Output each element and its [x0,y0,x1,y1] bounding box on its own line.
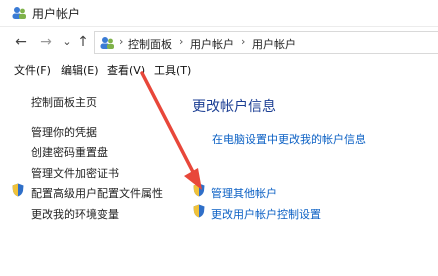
sidebar-item-manage-credentials[interactable]: 管理你的凭据 [31,124,97,140]
link-change-uac-settings[interactable]: 更改用户帐户控制设置 [211,206,321,222]
sidebar-item-environment-variables[interactable]: 更改我的环境变量 [31,206,119,222]
sidebar-item-control-panel-home[interactable]: 控制面板主页 [31,94,97,110]
menu-view[interactable]: 查看(V) [107,62,145,78]
breadcrumb-separator[interactable]: › [119,35,123,48]
back-button[interactable]: ← [12,33,30,51]
up-button[interactable]: ↑ [74,33,92,51]
address-bar[interactable]: › 控制面板 › 用户帐户 › 用户帐户 [94,31,438,54]
forward-button[interactable]: → [37,33,55,51]
breadcrumb-separator[interactable]: › [241,35,245,48]
menu-bar: 文件(F) 编辑(E) 查看(V) 工具(T) [0,62,438,80]
uac-shield-icon [12,183,24,197]
sidebar-item-advanced-profile-properties[interactable]: 配置高级用户配置文件属性 [31,185,163,201]
navigation-bar: ← → ⌄ ↑ › 控制面板 › 用户帐户 › 用户帐户 [0,30,438,56]
menu-file[interactable]: 文件(F) [14,62,51,78]
uac-shield-icon [193,183,205,197]
title-bar: 用户帐户 [0,0,438,27]
window-title: 用户帐户 [32,7,81,21]
breadcrumb-user-accounts-current[interactable]: 用户帐户 [252,36,296,52]
link-change-account-in-pc-settings[interactable]: 在电脑设置中更改我的帐户信息 [212,131,366,147]
sidebar-item-file-encryption-certs[interactable]: 管理文件加密证书 [31,165,119,181]
breadcrumb-control-panel[interactable]: 控制面板 [128,36,172,52]
sidebar-item-create-reset-disk[interactable]: 创建密码重置盘 [31,144,108,160]
breadcrumb-separator[interactable]: › [179,35,183,48]
user-accounts-icon [100,37,114,49]
link-manage-other-accounts[interactable]: 管理其他帐户 [211,185,277,201]
user-accounts-icon [12,7,26,19]
menu-edit[interactable]: 编辑(E) [61,62,99,78]
uac-shield-icon [193,204,205,218]
menu-tools[interactable]: 工具(T) [154,62,191,78]
breadcrumb-user-accounts[interactable]: 用户帐户 [190,36,234,52]
section-title: 更改帐户信息 [192,99,276,115]
